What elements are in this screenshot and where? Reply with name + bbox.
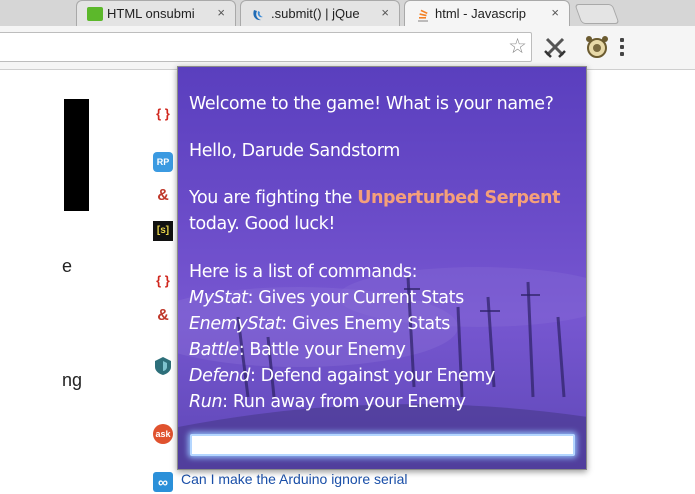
tab-title: .submit() | jQue [271, 6, 360, 21]
tab-title: html - Javascrip [435, 6, 527, 21]
command-mystat: MyStat: Gives your Current Stats [189, 285, 464, 311]
fight-message: You are fighting the Unperturbed Serpent [189, 185, 560, 211]
command-enemystat: EnemyStat: Gives Enemy Stats [189, 311, 450, 337]
close-tab-icon[interactable]: × [217, 5, 225, 20]
tab-html-onsubmit[interactable]: HTML onsubmi × [76, 0, 236, 26]
fight-suffix: today. Good luck! [189, 214, 335, 234]
crossed-swords-icon[interactable] [542, 34, 568, 60]
game-popup: Welcome to the game! What is your name? … [177, 66, 587, 470]
command-desc: : Gives your Current Stats [247, 288, 465, 308]
command-name: EnemyStat [189, 314, 282, 334]
alarm-clock-icon[interactable] [584, 34, 610, 60]
tab-strip: HTML onsubmi × .submit() | jQue × html -… [0, 0, 695, 26]
enemy-name: Unperturbed Serpent [357, 188, 561, 208]
arduino-infinity-icon[interactable]: ∞ [153, 472, 173, 492]
command-name: Run [189, 392, 223, 412]
command-run: Run: Run away from your Enemy [189, 389, 466, 415]
rpg-chat-icon[interactable]: RP [153, 152, 173, 172]
ampersand-icon[interactable]: & [153, 186, 173, 206]
command-desc: : Gives Enemy Stats [281, 314, 450, 334]
askubuntu-icon[interactable]: ask [153, 424, 173, 444]
close-tab-icon[interactable]: × [551, 5, 559, 20]
codepen-favicon-icon [87, 7, 103, 21]
bookmark-star-icon[interactable]: ☆ [508, 36, 527, 58]
command-name: Battle [189, 340, 239, 360]
command-desc: : Defend against your Enemy [249, 366, 495, 386]
braces-icon[interactable]: { } [153, 271, 173, 291]
command-desc: : Battle your Enemy [238, 340, 406, 360]
ampersand-icon[interactable]: & [153, 306, 173, 326]
shield-icon[interactable] [153, 356, 173, 376]
fight-prefix: You are fighting the [189, 188, 358, 208]
address-bar[interactable]: ☆ [0, 32, 532, 62]
tab-html-javascript[interactable]: html - Javascrip × [404, 0, 570, 26]
command-name: MyStat [189, 288, 248, 308]
command-desc: : Run away from your Enemy [222, 392, 466, 412]
greeting-message: Hello, Darude Sandstorm [189, 141, 400, 161]
command-input[interactable] [190, 434, 575, 456]
braces-icon[interactable]: { } [153, 104, 173, 124]
commands-header: Here is a list of commands: [189, 262, 418, 282]
page-text-fragment: e [62, 256, 73, 276]
tab-title: HTML onsubmi [107, 6, 195, 21]
sharepoint-icon[interactable]: [s] [153, 221, 173, 241]
command-battle: Battle: Battle your Enemy [189, 337, 406, 363]
command-name: Defend [189, 366, 250, 386]
stackoverflow-favicon-icon [415, 7, 431, 22]
page-text-fragment: ng [62, 370, 83, 390]
jquery-favicon-icon [251, 7, 267, 21]
browser-toolbar: ☆ [0, 26, 695, 70]
new-tab-button[interactable] [574, 4, 620, 24]
tab-jquery-submit[interactable]: .submit() | jQue × [240, 0, 400, 26]
welcome-message: Welcome to the game! What is your name? [189, 94, 554, 114]
question-link[interactable]: Can I make the Arduino ignore serial [181, 471, 407, 487]
command-defend: Defend: Defend against your Enemy [189, 363, 495, 389]
page-black-block [64, 99, 89, 211]
browser-menu-icon[interactable] [620, 38, 626, 56]
close-tab-icon[interactable]: × [381, 5, 389, 20]
